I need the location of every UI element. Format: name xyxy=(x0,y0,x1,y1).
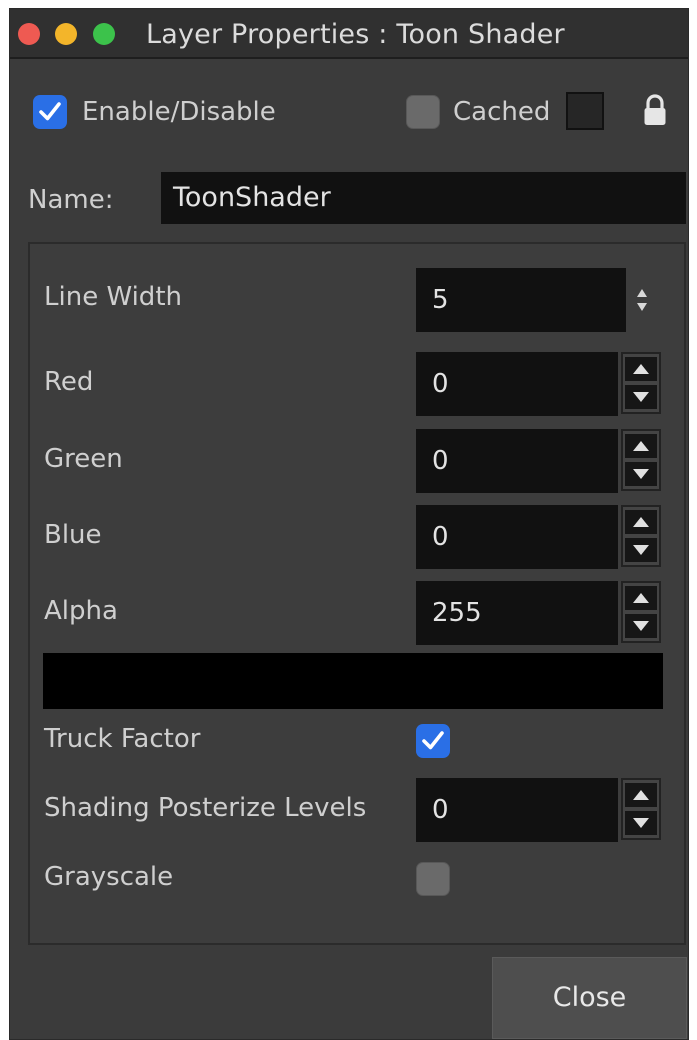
alpha-stepper[interactable] xyxy=(621,581,661,643)
red-stepper[interactable] xyxy=(621,352,661,414)
green-increment-button[interactable] xyxy=(625,434,657,458)
color-preview[interactable] xyxy=(43,653,663,709)
blue-field[interactable]: 0 xyxy=(416,505,618,569)
lock-icon[interactable] xyxy=(643,93,667,127)
alpha-decrement-button[interactable] xyxy=(625,614,657,638)
up-arrow-icon xyxy=(633,441,649,451)
minimize-window-button[interactable] xyxy=(55,23,77,45)
up-arrow-icon xyxy=(633,517,649,527)
alpha-label: Alpha xyxy=(44,596,118,626)
up-arrow-icon xyxy=(633,790,649,800)
up-arrow-icon xyxy=(633,593,649,603)
blue-label: Blue xyxy=(44,520,102,550)
green-field[interactable]: 0 xyxy=(416,429,618,493)
window-title: Layer Properties : Toon Shader xyxy=(146,19,565,50)
truck-factor-checkbox[interactable] xyxy=(416,724,450,758)
checkmark-icon xyxy=(39,102,61,121)
line-width-field[interactable]: 5 xyxy=(416,268,626,332)
checkmark-icon xyxy=(422,731,444,750)
posterize-label: Shading Posterize Levels xyxy=(44,793,367,823)
zoom-window-button[interactable] xyxy=(93,23,115,45)
red-label: Red xyxy=(44,367,94,397)
down-arrow-icon xyxy=(633,545,649,555)
down-arrow-icon xyxy=(633,818,649,828)
name-label: Name: xyxy=(28,185,114,215)
red-field[interactable]: 0 xyxy=(416,352,618,416)
grayscale-checkbox[interactable] xyxy=(416,862,450,896)
cached-label: Cached xyxy=(453,97,551,127)
posterize-decrement-button[interactable] xyxy=(625,811,657,835)
close-button[interactable]: Close xyxy=(492,957,687,1039)
grayscale-label: Grayscale xyxy=(44,862,174,892)
name-field[interactable]: ToonShader xyxy=(161,172,686,224)
down-arrow-icon xyxy=(633,621,649,631)
red-increment-button[interactable] xyxy=(625,357,657,381)
down-arrow-icon xyxy=(633,392,649,402)
cached-color-swatch[interactable] xyxy=(566,92,604,130)
blue-increment-button[interactable] xyxy=(625,510,657,534)
enable-label: Enable/Disable xyxy=(82,97,276,127)
red-decrement-button[interactable] xyxy=(625,385,657,409)
up-arrow-icon xyxy=(633,364,649,374)
truck-factor-label: Truck Factor xyxy=(44,724,201,754)
close-window-button[interactable] xyxy=(18,23,40,45)
enable-checkbox[interactable] xyxy=(33,95,67,129)
blue-decrement-button[interactable] xyxy=(625,538,657,562)
green-label: Green xyxy=(44,444,123,474)
posterize-stepper[interactable] xyxy=(621,778,661,840)
alpha-field[interactable]: 255 xyxy=(416,581,618,645)
blue-stepper[interactable] xyxy=(621,505,661,567)
green-decrement-button[interactable] xyxy=(625,462,657,486)
updown-arrows-icon[interactable] xyxy=(635,287,649,313)
title-bar[interactable]: Layer Properties : Toon Shader xyxy=(10,9,688,59)
down-arrow-icon xyxy=(633,469,649,479)
line-width-label: Line Width xyxy=(44,282,182,312)
cached-checkbox[interactable] xyxy=(406,95,440,129)
alpha-increment-button[interactable] xyxy=(625,586,657,610)
green-stepper[interactable] xyxy=(621,429,661,491)
layer-properties-window: Layer Properties : Toon Shader Enable/Di… xyxy=(9,8,689,1040)
parameters-panel: Line Width 5 Red 0 Green 0 Blue 0 Alpha … xyxy=(28,242,686,945)
posterize-increment-button[interactable] xyxy=(625,783,657,807)
posterize-field[interactable]: 0 xyxy=(416,778,618,842)
